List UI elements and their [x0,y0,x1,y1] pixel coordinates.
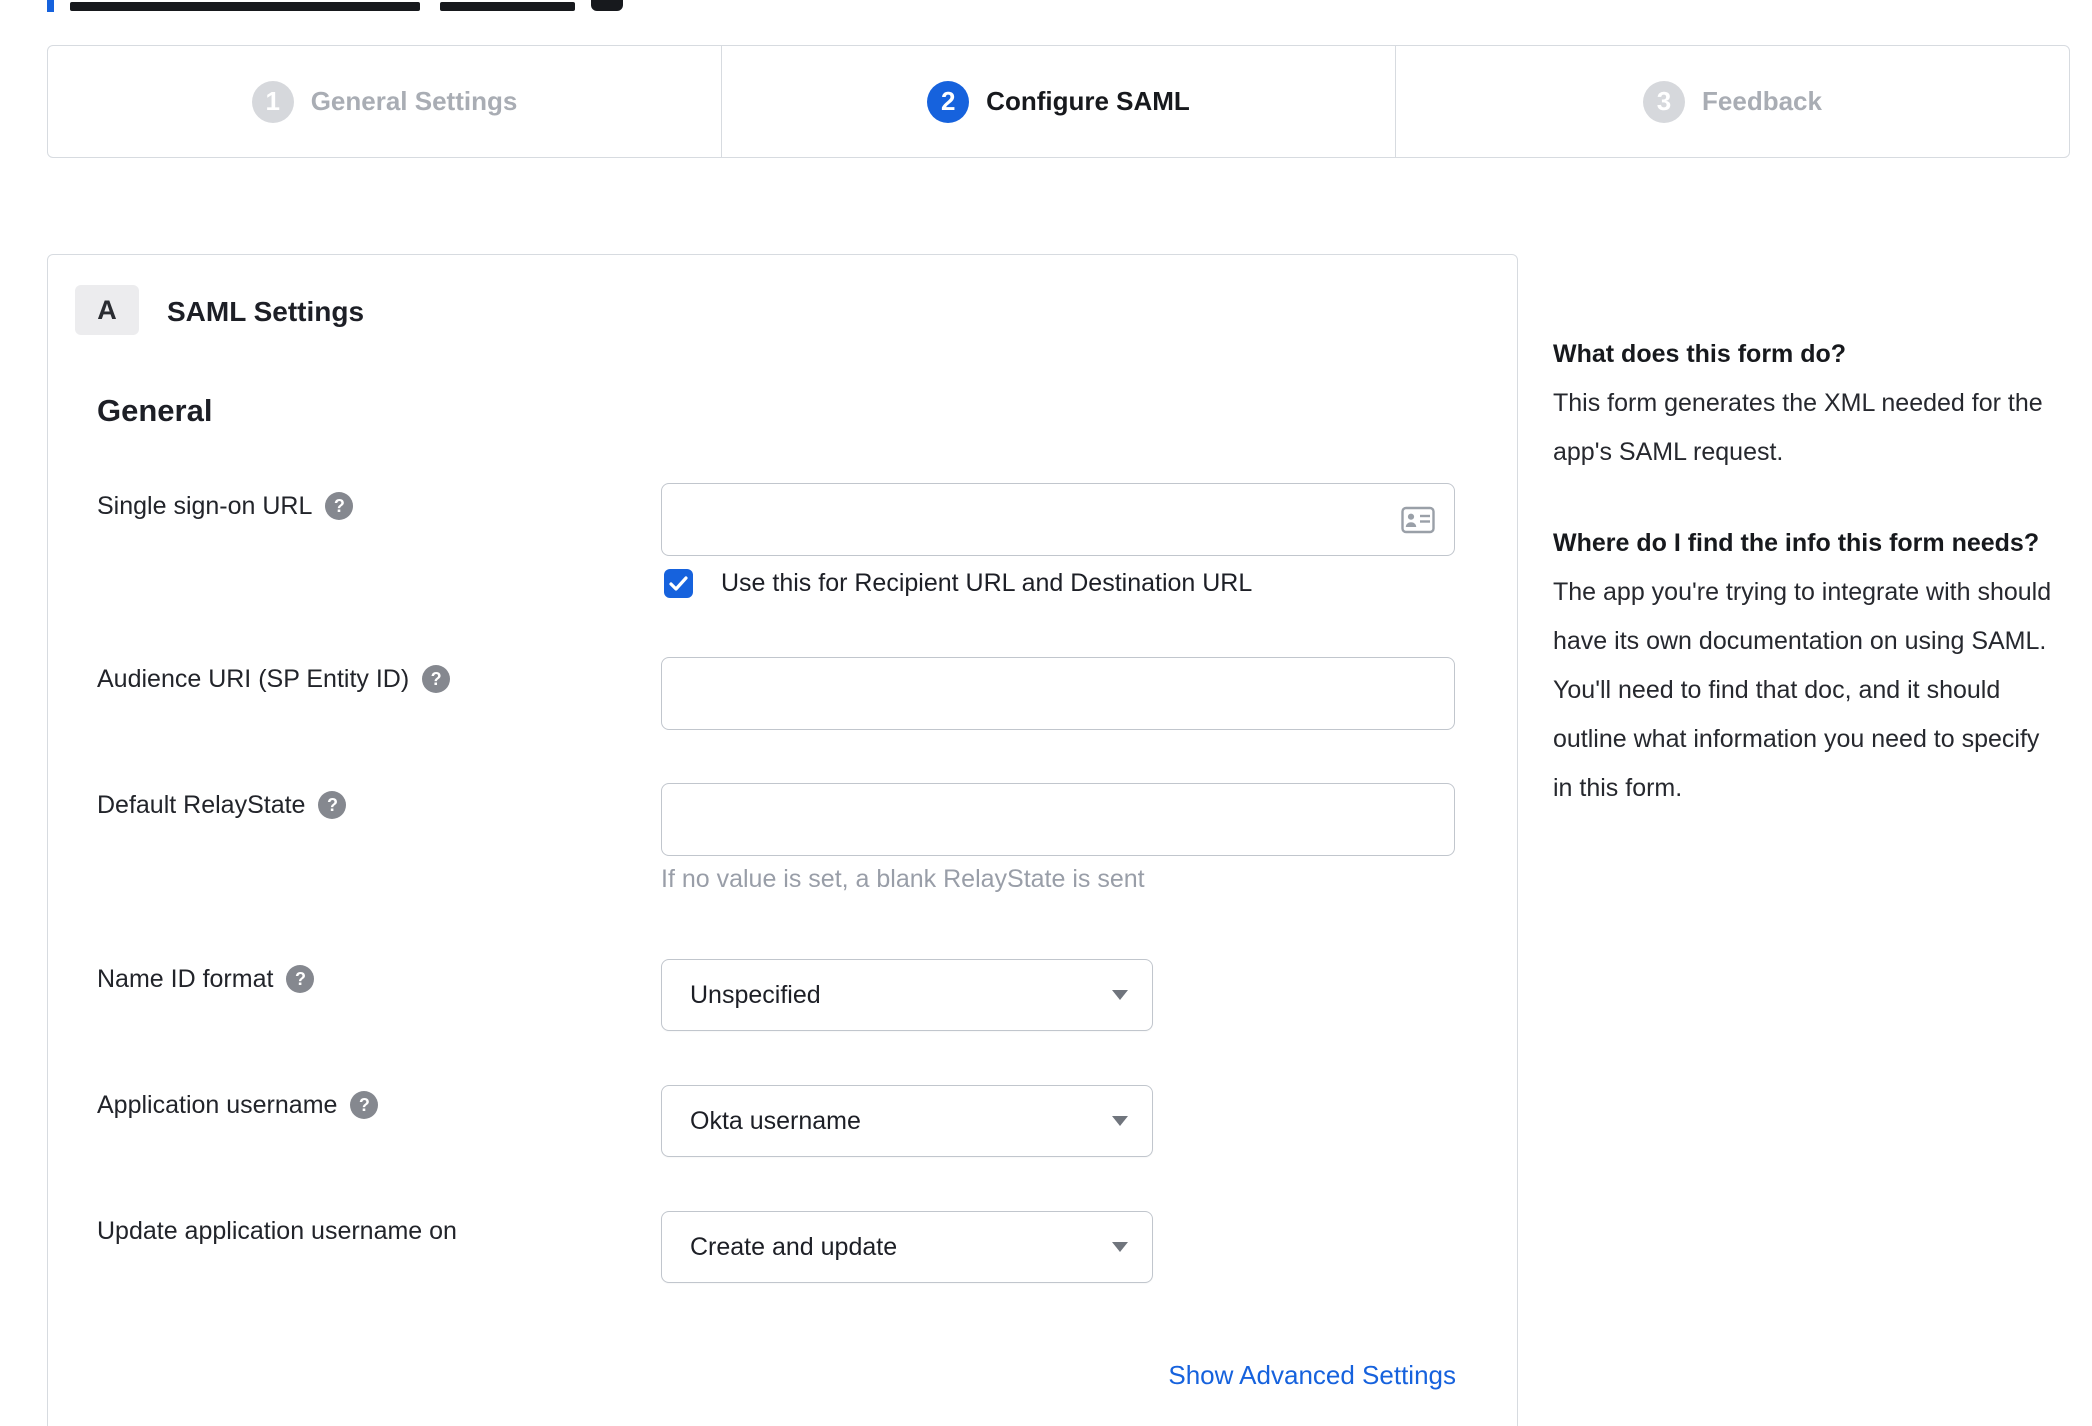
chevron-down-icon [1112,1116,1128,1126]
application-username-value: Okta username [690,1106,861,1135]
update-username-dropdown[interactable]: Create and update [661,1211,1153,1283]
step-2-label: Configure SAML [986,86,1190,116]
panel-title: SAML Settings [167,296,365,327]
step-general-settings[interactable]: 1 General Settings [48,46,721,157]
clipped-text-caret [47,0,54,12]
relaystate-help-icon[interactable]: ? [318,791,347,819]
recipient-url-checkbox-label: Use this for Recipient URL and Destinati… [721,568,1253,597]
relaystate-input[interactable] [661,783,1455,856]
application-username-help-icon[interactable]: ? [350,1091,379,1119]
audience-uri-help-icon[interactable]: ? [422,665,451,693]
clipped-gear-icon [591,0,623,11]
update-username-value: Create and update [690,1232,898,1261]
step-2-number-badge: 2 [927,80,970,123]
sidebar-question-1: What does this form do? [1553,340,1847,368]
step-1-label: General Settings [310,86,518,116]
saml-configuration-page: 1 General Settings 2 Configure SAML 3 Fe… [0,0,2092,1426]
show-advanced-settings-link[interactable]: Show Advanced Settings [1168,1360,1456,1390]
sidebar-question-2: Where do I find the info this form needs… [1553,529,2040,557]
nameid-format-label: Name ID format ? [97,961,315,997]
advanced-settings-row: Show Advanced Settings [661,1360,1456,1391]
step-3-label: Feedback [1702,86,1822,116]
recipient-url-checkbox-row: Use this for Recipient URL and Destinati… [664,568,1252,598]
chevron-down-icon [1112,990,1128,1000]
general-section-heading: General [97,393,213,428]
sidebar-answer-2: The app you're trying to integrate with … [1553,578,2052,802]
sso-url-input[interactable] [661,483,1455,556]
clipped-app-title [70,2,420,11]
audience-uri-input[interactable] [661,657,1455,730]
nameid-format-dropdown[interactable]: Unspecified [661,959,1153,1031]
chevron-down-icon [1112,1242,1128,1252]
relaystate-label: Default RelayState ? [97,787,347,823]
help-sidebar: What does this form do? This form genera… [1553,330,2065,855]
nameid-format-help-icon[interactable]: ? [286,965,315,993]
relaystate-hint: If no value is set, a blank RelayState i… [661,865,1145,893]
audience-uri-label: Audience URI (SP Entity ID) ? [97,661,451,697]
section-a-badge: A [75,285,139,335]
sso-url-label: Single sign-on URL ? [97,488,354,524]
application-username-dropdown[interactable]: Okta username [661,1085,1153,1157]
check-icon [669,575,688,591]
sso-url-help-icon[interactable]: ? [325,492,354,520]
nameid-format-value: Unspecified [690,980,821,1009]
step-3-number-badge: 3 [1643,80,1686,123]
step-configure-saml[interactable]: 2 Configure SAML [721,46,1395,157]
recipient-url-checkbox[interactable] [664,568,693,598]
application-username-label: Application username ? [97,1087,379,1123]
clipped-app-title-2 [440,2,575,11]
contact-card-icon[interactable] [1401,506,1435,533]
sidebar-answer-1: This form generates the XML needed for t… [1553,389,2043,466]
saml-settings-panel: A SAML Settings General Single sign-on U… [47,254,1518,1426]
sso-url-input-wrap [661,483,1455,556]
step-1-number-badge: 1 [251,80,294,123]
update-username-label: Update application username on [97,1216,457,1245]
wizard-stepper: 1 General Settings 2 Configure SAML 3 Fe… [47,45,2070,158]
step-feedback[interactable]: 3 Feedback [1395,46,2069,157]
